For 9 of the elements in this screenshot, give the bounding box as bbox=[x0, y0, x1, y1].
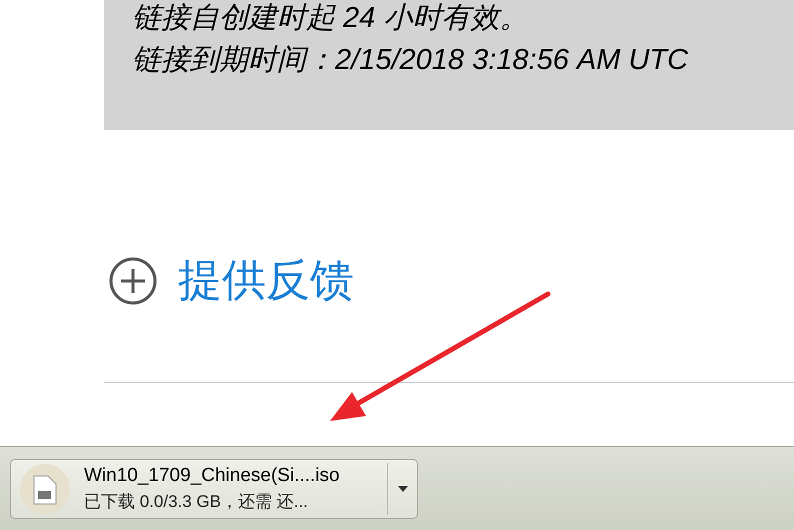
notice-text: 链接到期时间：2/15/2018 3:18:56 AM UTC bbox=[132, 43, 690, 78]
file-icon bbox=[20, 464, 70, 514]
file-name: Win10_1709_Chinese(Si....iso bbox=[84, 464, 341, 488]
plus-circle-icon bbox=[108, 256, 158, 306]
download-item[interactable]: Win10_1709_Chinese(Si....iso 已下载 0.0/3.3 GB，还需 还... bbox=[10, 458, 418, 518]
notice-text: 链接自创建时起 24 小时有效。 bbox=[132, 1, 530, 36]
caret-icon bbox=[398, 486, 408, 492]
download-status: 已下载 0.0/3.3 GB，还需 还... bbox=[84, 490, 309, 512]
feedback-link[interactable]: 提供反馈 bbox=[178, 253, 354, 309]
